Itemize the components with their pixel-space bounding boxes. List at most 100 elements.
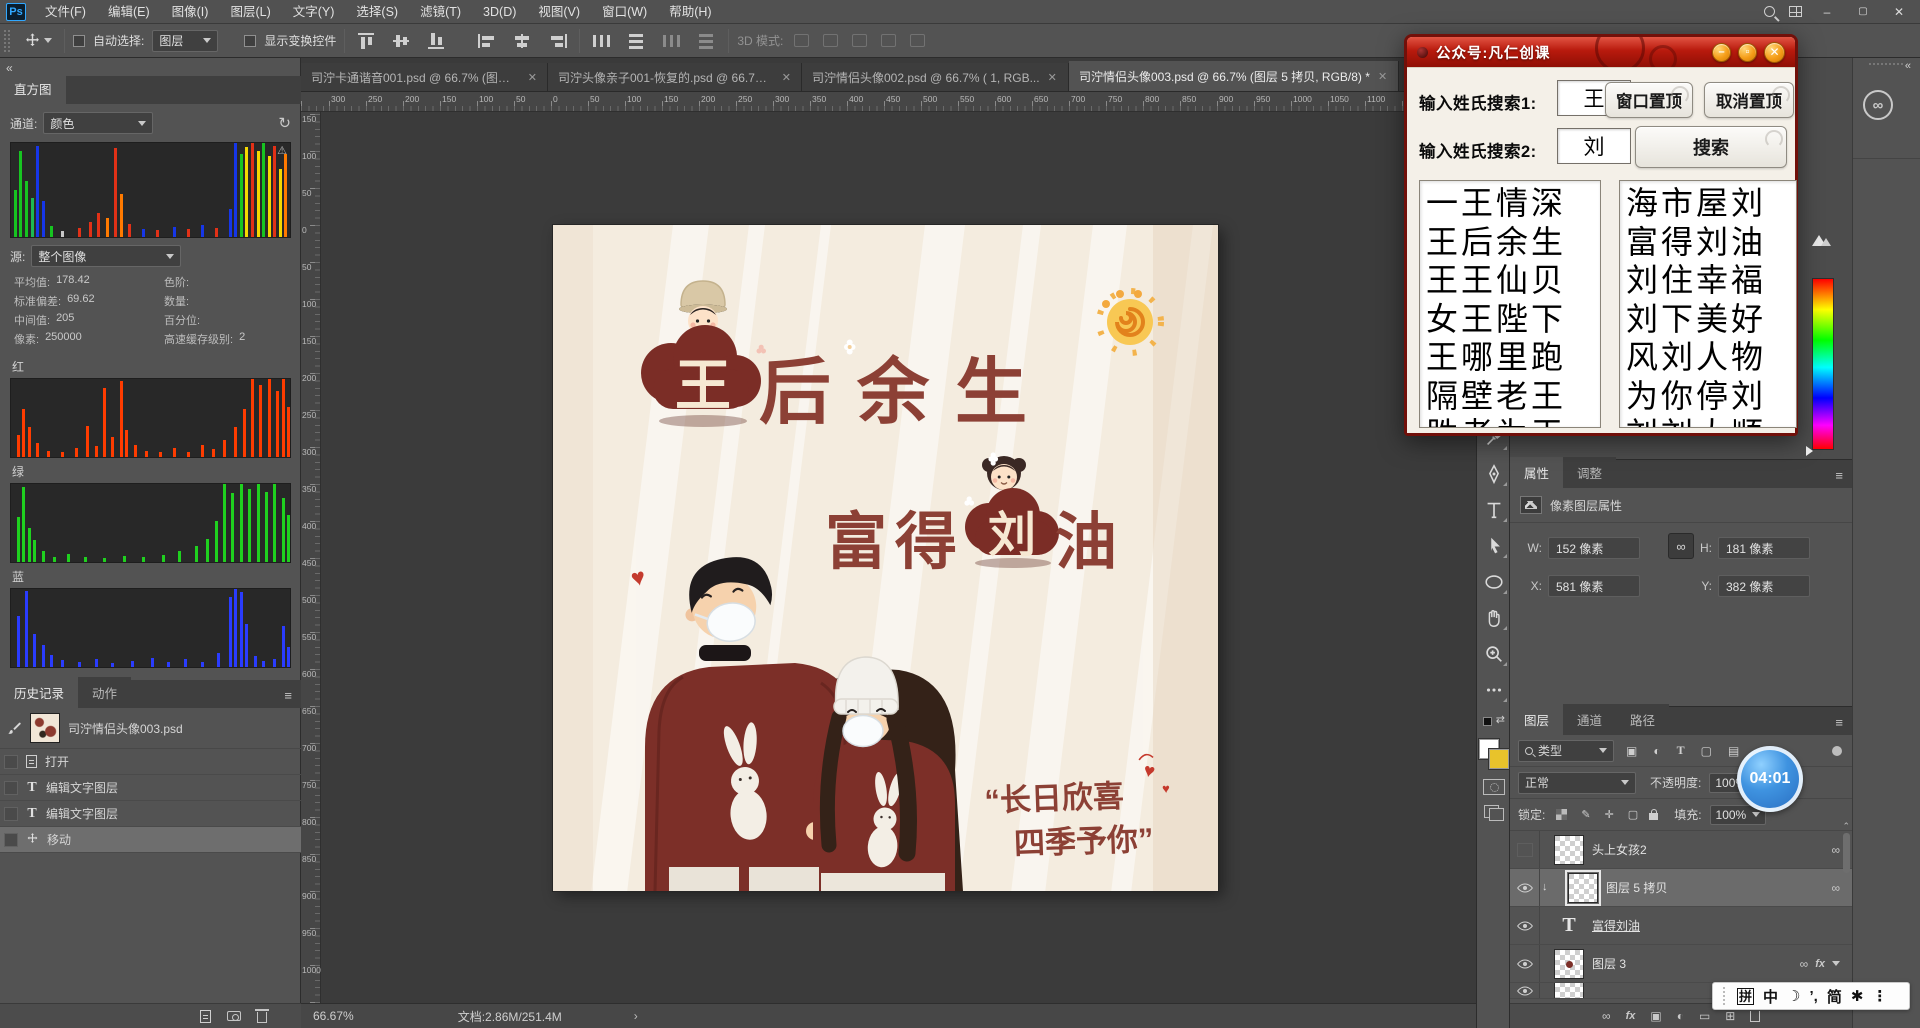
history-item[interactable]: T编辑文字图层 <box>0 775 301 801</box>
document-tab[interactable]: 司泞情侣头像003.psd @ 66.7% (图层 5 拷贝, RGB/8) *… <box>1069 61 1399 91</box>
maximize-button[interactable]: ▢ <box>1852 6 1874 17</box>
screen-mode-icon[interactable] <box>1484 805 1504 821</box>
x-field[interactable]: 581 像素 <box>1548 575 1640 597</box>
tab-histogram[interactable]: 直方图 <box>0 73 66 104</box>
history-state-well[interactable] <box>4 755 18 769</box>
visibility-toggle[interactable] <box>1510 907 1540 944</box>
3d-scale-icon[interactable] <box>910 34 925 47</box>
panel-menu-icon[interactable]: ≡ <box>284 688 293 703</box>
refresh-histogram-icon[interactable]: ↻ <box>278 114 291 132</box>
lock-position-icon[interactable]: ✛ <box>1605 808 1614 821</box>
list-item[interactable]: 富得刘油 <box>1626 223 1790 262</box>
lock-transparency-icon[interactable] <box>1556 809 1567 820</box>
distribute-h-button[interactable] <box>592 33 611 49</box>
close-button[interactable]: ✕ <box>1888 5 1910 19</box>
3d-pan-icon[interactable] <box>852 34 867 47</box>
list-item[interactable]: 刘刘大顺 <box>1626 415 1790 428</box>
height-field[interactable]: 181 像素 <box>1718 537 1810 559</box>
quick-mask-icon[interactable] <box>1483 779 1505 795</box>
menu-item[interactable]: 文件(F) <box>34 0 97 24</box>
close-tab-icon[interactable]: ✕ <box>1048 71 1057 84</box>
dialog-title-bar[interactable]: 公众号:凡仁创课 – ▫ ✕ <box>1407 37 1795 67</box>
results-list-1[interactable]: 一王情深王后余生王王仙贝女王陛下王哪里跑隔壁老王胜者为王 <box>1419 180 1601 428</box>
align-left-button[interactable] <box>478 33 497 49</box>
unpin-window-button[interactable]: 取消置顶 <box>1704 82 1794 118</box>
history-item[interactable]: T编辑文字图层 <box>0 801 301 827</box>
pin-window-button[interactable]: 窗口置顶 <box>1605 82 1693 118</box>
menu-item[interactable]: 滤镜(T) <box>409 0 472 24</box>
menu-item[interactable]: 帮助(H) <box>658 0 722 24</box>
status-chevron-icon[interactable]: › <box>634 1009 638 1023</box>
align-vcenter-button[interactable] <box>392 33 411 49</box>
channel-dropdown[interactable]: 颜色 <box>43 112 153 134</box>
dialog-close-button[interactable]: ✕ <box>1764 42 1785 63</box>
align-right-button[interactable] <box>548 33 567 49</box>
show-transform-checkbox[interactable] <box>244 35 256 47</box>
canvas-viewport[interactable]: 1501005005010015020025030035040045050055… <box>301 112 1476 1003</box>
tab-adjustments[interactable]: 调整 <box>1563 457 1616 488</box>
results-list-2[interactable]: 海市屋刘富得刘油刘住幸福刘下美好风刘人物为你停刘刘刘大顺 <box>1619 180 1797 428</box>
background-color[interactable] <box>1489 749 1509 769</box>
document-tab[interactable]: 司泞卡通谐音001.psd @ 66.7% (图层 6,...✕ <box>301 63 548 91</box>
list-item[interactable]: 海市屋刘 <box>1626 184 1790 223</box>
artboard[interactable]: 王 后余生 <box>553 225 1218 891</box>
layer-thumbnail[interactable] <box>1554 835 1584 865</box>
adjustment-layer-icon[interactable]: ◐ <box>1677 1009 1684 1023</box>
move-tool-current[interactable] <box>20 30 56 51</box>
layer-name[interactable]: 图层 3 <box>1592 955 1626 972</box>
layer-row[interactable]: 图层 3∞fx <box>1510 945 1852 983</box>
history-state-well[interactable] <box>4 833 18 847</box>
chevron-down-icon[interactable] <box>1832 961 1840 966</box>
lock-artboard-icon[interactable]: ▢ <box>1628 808 1638 821</box>
filter-type-dropdown[interactable]: 类型 <box>1518 740 1614 762</box>
new-snapshot-icon[interactable] <box>227 1011 241 1021</box>
layer-name[interactable]: 图层 5 拷贝 <box>1606 879 1667 896</box>
width-field[interactable]: 152 像素 <box>1548 537 1640 559</box>
align-top-button[interactable] <box>357 33 376 49</box>
visibility-toggle[interactable] <box>1510 831 1540 868</box>
layer-name[interactable]: 头上女孩2 <box>1592 841 1647 858</box>
zoom-level[interactable]: 66.67% <box>301 1009 366 1023</box>
visibility-toggle[interactable] <box>1510 945 1540 982</box>
list-item[interactable]: 女王陛下 <box>1426 300 1594 339</box>
history-item[interactable]: 移动 <box>0 827 301 853</box>
layer-name[interactable]: 富得刘油 <box>1592 917 1640 934</box>
layer-thumbnail[interactable] <box>1554 949 1584 979</box>
delete-layer-icon[interactable] <box>1750 1011 1760 1022</box>
list-item[interactable]: 为你停刘 <box>1626 377 1790 416</box>
ime-item[interactable]: 拼 <box>1737 988 1754 1005</box>
source-dropdown[interactable]: 整个图像 <box>31 245 181 267</box>
layer-thumbnail[interactable] <box>1568 873 1598 903</box>
list-item[interactable]: 风刘人物 <box>1626 338 1790 377</box>
fx-icon[interactable]: fx <box>1815 958 1825 970</box>
list-item[interactable]: 刘下美好 <box>1626 300 1790 339</box>
menu-item[interactable]: 文字(Y) <box>282 0 346 24</box>
swap-colors-icon[interactable]: ⇄ <box>1483 713 1505 729</box>
navigator-icon[interactable] <box>1810 230 1834 248</box>
history-state-well[interactable] <box>4 781 18 795</box>
collapse-dock-icon[interactable]: « <box>1905 60 1911 72</box>
layer-style-icon[interactable]: fx <box>1626 1010 1636 1022</box>
zoom-tool[interactable] <box>1480 641 1508 667</box>
new-doc-from-state-icon[interactable] <box>200 1010 211 1023</box>
tab-paths[interactable]: 路径 <box>1616 704 1669 735</box>
dialog-maximize-button[interactable]: ▫ <box>1738 43 1757 62</box>
ellipse-tool[interactable] <box>1480 569 1508 595</box>
list-item[interactable]: 胜者为王 <box>1426 415 1594 428</box>
visibility-toggle[interactable] <box>1510 983 1540 998</box>
list-item[interactable]: 隔壁老王 <box>1426 377 1594 416</box>
close-tab-icon[interactable]: ✕ <box>1378 70 1387 83</box>
layers-scrollbar[interactable] <box>1843 833 1850 873</box>
delete-state-icon[interactable] <box>257 1012 267 1023</box>
layer-row[interactable]: ↓图层 5 拷贝∞ <box>1510 869 1852 907</box>
list-item[interactable]: 刘住幸福 <box>1626 261 1790 300</box>
panel-menu-icon[interactable]: ≡ <box>1835 715 1844 730</box>
search-icon[interactable] <box>1764 6 1775 17</box>
align-hcenter-button[interactable] <box>513 33 532 49</box>
pen-tool[interactable] <box>1480 461 1508 487</box>
tab-actions[interactable]: 动作 <box>78 677 131 708</box>
auto-select-dropdown[interactable]: 图层 <box>152 30 218 52</box>
filter-type-icon[interactable]: T <box>1677 743 1685 758</box>
panel-menu-icon[interactable]: ≡ <box>1835 468 1844 483</box>
distribute-top-button[interactable] <box>697 33 716 49</box>
